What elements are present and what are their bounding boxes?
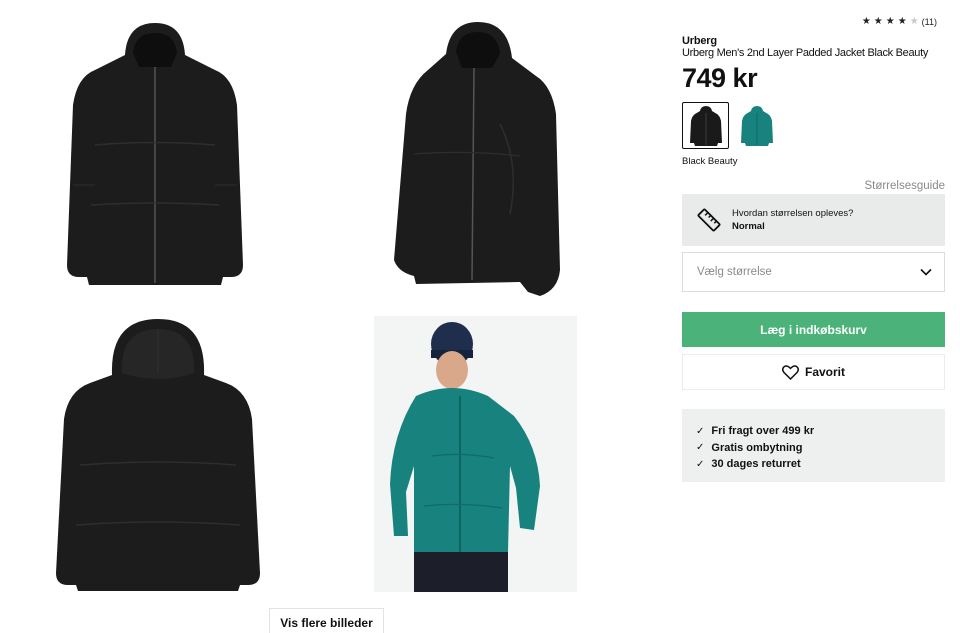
add-to-cart-button[interactable]: Læg i indkøbskurv (682, 312, 945, 347)
checkmark-icon: ✓ (696, 442, 705, 454)
jacket-thumbnail-icon (689, 105, 722, 146)
size-select-placeholder: Vælg størrelse (697, 266, 772, 278)
product-image-side[interactable] (370, 10, 580, 300)
fit-question: Hvordan størrelsen opleves? (732, 208, 854, 219)
star-filled-icon: ★ (861, 16, 871, 27)
product-image-back[interactable] (40, 312, 275, 597)
usp-item: ✓ 30 dages returret (696, 456, 945, 473)
rating-summary[interactable]: ★ ★ ★ ★ ★ (11) (861, 16, 937, 28)
product-title: Urberg Men's 2nd Layer Padded Jacket Bla… (682, 47, 929, 59)
usp-text: Gratis ombytning (711, 441, 803, 454)
ruler-icon (697, 208, 721, 232)
fit-answer: Normal (732, 221, 765, 232)
chevron-down-icon (920, 268, 932, 276)
checkmark-icon: ✓ (696, 458, 705, 470)
jacket-back-icon (56, 318, 260, 591)
usp-item: ✓ Fri fragt over 499 kr (696, 423, 945, 440)
product-image-model[interactable] (374, 316, 577, 592)
star-empty-icon: ★ (909, 16, 919, 27)
usp-item: ✓ Gratis ombytning (696, 440, 945, 457)
color-swatch-black[interactable] (682, 102, 729, 149)
usp-text: 30 dages returret (711, 458, 801, 471)
favorite-button[interactable]: Favorit (682, 354, 945, 390)
brand-name[interactable]: Urberg (682, 35, 717, 47)
favorite-label: Favorit (804, 365, 845, 379)
show-more-images-button[interactable]: Vis flere billeder (269, 608, 384, 633)
usp-text: Fri fragt over 499 kr (711, 425, 815, 438)
selected-color-name: Black Beauty (682, 156, 738, 167)
product-info-panel: ★ ★ ★ ★ ★ (11) Urberg Urberg Men's 2nd L… (682, 0, 945, 633)
color-swatches (682, 102, 780, 149)
heart-icon (781, 364, 799, 380)
color-swatch-teal[interactable] (733, 102, 780, 149)
jacket-front-icon (67, 23, 243, 285)
size-select-dropdown[interactable]: Vælg størrelse (682, 252, 945, 292)
product-price: 749 kr (682, 63, 758, 93)
jacket-side-icon (394, 22, 560, 296)
size-guide-link[interactable]: Størrelsesguide (864, 180, 945, 192)
jacket-thumbnail-icon (740, 105, 773, 146)
product-gallery: Vis flere billeder (0, 0, 660, 633)
checkmark-icon: ✓ (696, 425, 705, 437)
star-filled-icon: ★ (885, 16, 895, 27)
usp-list: ✓ Fri fragt over 499 kr ✓ Gratis ombytni… (682, 409, 945, 482)
star-half-icon: ★ (897, 16, 907, 27)
size-fit-info: Hvordan størrelsen opleves? Normal (682, 194, 945, 246)
model-wearing-jacket-icon (390, 322, 540, 592)
star-filled-icon: ★ (873, 16, 883, 27)
rating-count: (11) (921, 17, 937, 27)
product-image-front[interactable] (40, 10, 270, 300)
